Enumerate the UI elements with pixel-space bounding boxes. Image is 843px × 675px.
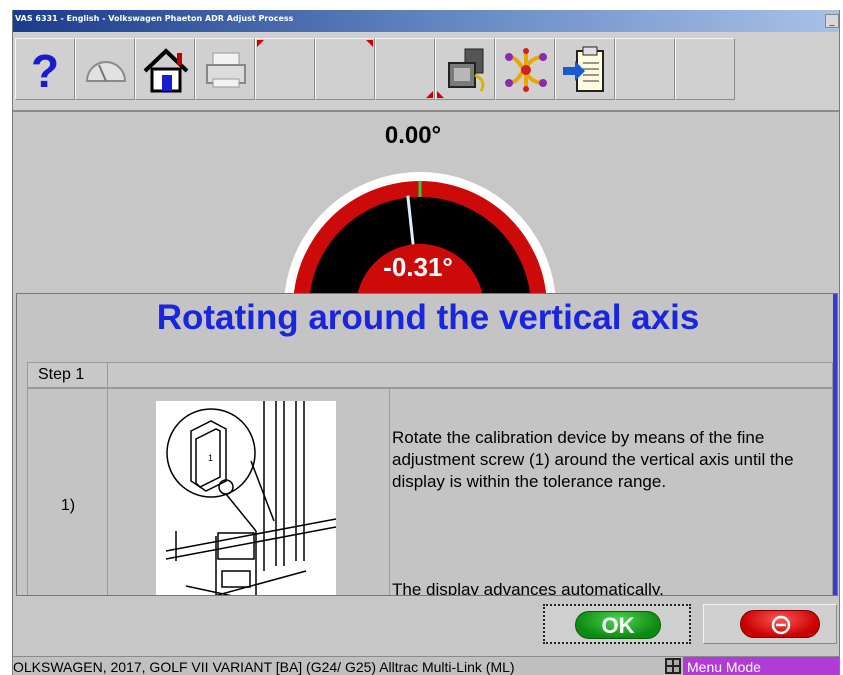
circuit-button[interactable] xyxy=(495,38,555,100)
instruction-cell: Rotate the calibration device by means o… xyxy=(390,389,834,596)
svg-text:1: 1 xyxy=(208,453,213,463)
gauge-icon xyxy=(85,61,127,82)
window-title: VAS 6331 - English - Volkswagen Phaeton … xyxy=(15,14,294,23)
cancel-button-frame[interactable] xyxy=(703,604,837,644)
print-button[interactable] xyxy=(195,38,255,100)
diagnosis-device-icon xyxy=(448,48,485,92)
instruction-secondary-text: The display advances automatically. xyxy=(392,580,664,596)
home-icon xyxy=(143,48,189,93)
toolbar: ? xyxy=(13,32,839,112)
action-bar: OK xyxy=(13,596,839,656)
marker-corner-icon xyxy=(257,40,264,47)
title-bar: VAS 6331 - English - Volkswagen Phaeton … xyxy=(13,10,839,32)
clipboard-import-icon xyxy=(563,46,604,92)
help-icon: ? xyxy=(31,45,59,95)
vehicle-info: OLKSWAGEN, 2017, GOLF VII VARIANT [BA] (… xyxy=(13,659,515,675)
target-angle-readout: 0.00° xyxy=(384,122,442,149)
no-entry-icon xyxy=(771,615,791,635)
grid-mode-icon xyxy=(665,658,681,674)
ok-button[interactable]: OK xyxy=(575,611,661,639)
status-bar: OLKSWAGEN, 2017, GOLF VII VARIANT [BA] (… xyxy=(13,656,839,675)
step-number: 1) xyxy=(60,497,76,514)
mode-indicator[interactable]: Menu Mode xyxy=(683,657,839,675)
ok-button-frame[interactable]: OK xyxy=(543,604,691,644)
marker-corner-icon xyxy=(366,40,373,47)
illustration-cell: 1 xyxy=(108,389,390,595)
toolbar-slot-6[interactable] xyxy=(315,38,375,100)
circuit-icon xyxy=(505,48,547,92)
calibration-device-illustration: 1 xyxy=(156,401,336,595)
angle-gauge: 0.00° -0.31° xyxy=(13,114,839,302)
minimize-button[interactable]: _ xyxy=(825,14,839,28)
step-label: Step 1 xyxy=(28,363,108,387)
marker-corner-icon xyxy=(426,91,433,98)
toolbar-slot-12[interactable] xyxy=(675,38,735,100)
cancel-button[interactable] xyxy=(740,610,820,638)
instruction-panel: Rotating around the vertical axis Step 1… xyxy=(16,293,838,596)
home-button[interactable] xyxy=(135,38,195,100)
toolbar-slot-11[interactable] xyxy=(615,38,675,100)
help-button[interactable]: ? xyxy=(15,38,75,100)
printer-icon xyxy=(206,52,246,88)
panel-title: Rotating around the vertical axis xyxy=(156,298,700,337)
step-content-row: 1) 1 Rotate the calibration device by me… xyxy=(27,388,834,596)
instruction-text: Rotate the calibration device by means o… xyxy=(392,428,794,491)
application-window: VAS 6331 - English - Volkswagen Phaeton … xyxy=(12,10,840,675)
measured-angle-readout: -0.31° xyxy=(383,252,453,282)
toolbar-slot-5[interactable] xyxy=(255,38,315,100)
svg-text:?: ? xyxy=(31,45,59,95)
measurement-button[interactable] xyxy=(75,38,135,100)
diagnosis-device-button[interactable] xyxy=(435,38,495,100)
step-header-row: Step 1 xyxy=(27,362,833,388)
toolbar-slot-7[interactable] xyxy=(375,38,435,100)
import-button[interactable] xyxy=(555,38,615,100)
step-number-cell: 1) xyxy=(28,389,108,595)
